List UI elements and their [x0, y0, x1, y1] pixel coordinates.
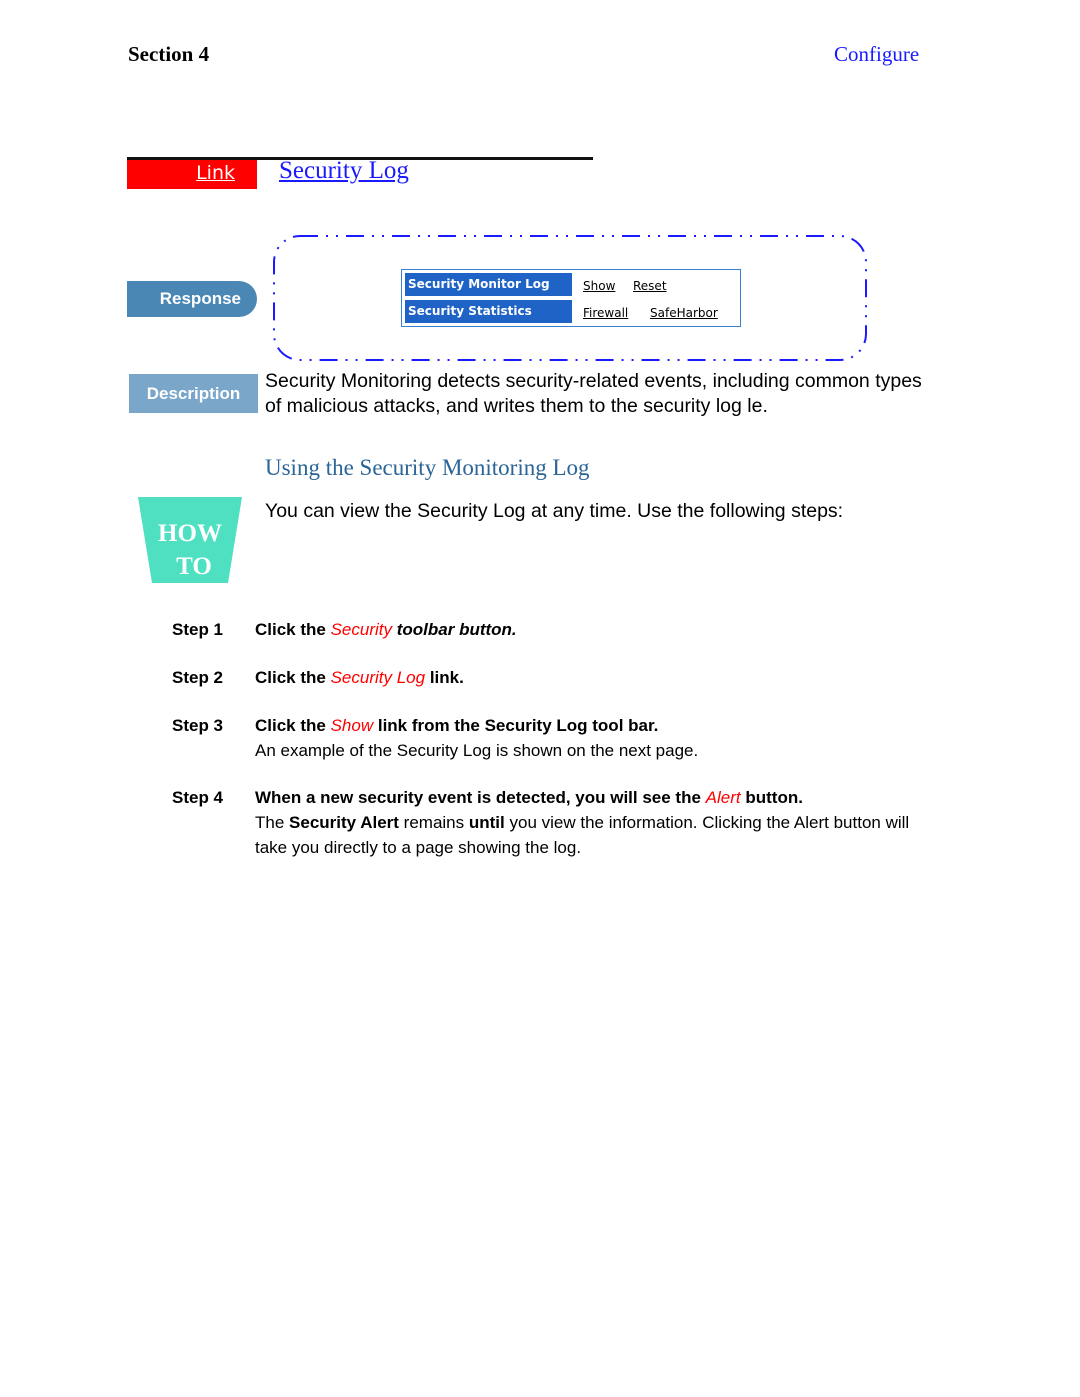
step-4-pre: When a new security event is detected, y… — [255, 788, 706, 807]
step-4-emphasis: Alert — [705, 788, 741, 807]
toolbar-row-statistics: Security Statistics — [405, 300, 572, 323]
step-4-sub-part: remains — [398, 813, 469, 832]
howto-icon-line2: TO — [176, 553, 212, 580]
security-toolbar: Security Monitor Log Show Reset Security… — [401, 269, 741, 327]
step-3-post: link from the Security Log tool bar. — [373, 716, 659, 735]
step-4-sub-part: The — [255, 813, 290, 832]
firewall-link[interactable]: Firewall — [583, 306, 628, 320]
step-1-label: Step 1 — [172, 620, 224, 639]
description-text: Security Monitoring detects security-rel… — [265, 370, 922, 417]
security-alert-term: Security Alert — [289, 813, 399, 832]
response-tab: Response — [127, 281, 257, 317]
step-2-emphasis: Security Log — [330, 668, 426, 687]
step-1-pre: Click the — [255, 620, 331, 639]
step-3-text: Click the Show link from the Security Lo… — [255, 716, 658, 736]
step-1-emphasis: Security — [330, 620, 393, 639]
step-3-label: Step 3 — [172, 716, 224, 735]
step-3-emphasis: Show — [330, 716, 374, 735]
toolbar-row-monitor-log: Security Monitor Log — [405, 273, 572, 296]
step-3-sub: An example of the Security Log is shown … — [255, 741, 699, 760]
howto-heading: Using the Security Monitoring Log — [265, 455, 590, 480]
section-label: Section 4 — [128, 42, 210, 66]
link-tag-label[interactable]: Link — [196, 162, 235, 184]
step-2-text: Click the Security Log link. — [255, 668, 464, 688]
step-2-pre: Click the — [255, 668, 331, 687]
step-1-text: Click the Security toolbar button. — [255, 620, 517, 640]
step-4-sub: The Security Alert remains until you vie… — [255, 810, 945, 860]
step-2-label: Step 2 — [172, 668, 224, 687]
step-3-pre: Click the — [255, 716, 331, 735]
howto-icon-line1: HOW — [158, 520, 222, 547]
howto-icon: HOW TO — [138, 497, 242, 583]
link-tag: Link — [127, 160, 257, 189]
step-4-post: button. — [740, 788, 803, 807]
show-link[interactable]: Show — [583, 279, 615, 293]
safeharbor-link[interactable]: SafeHarbor — [650, 306, 718, 320]
until-term: until — [468, 813, 505, 832]
step-1-post: toolbar button. — [392, 620, 517, 639]
howto-intro: You can view the Security Log at any tim… — [265, 500, 844, 522]
step-4-text: When a new security event is detected, y… — [255, 788, 803, 808]
step-4-label: Step 4 — [172, 788, 224, 807]
description-tab: Description — [129, 374, 258, 413]
chapter-label: Configure — [834, 42, 920, 66]
reset-link[interactable]: Reset — [633, 279, 667, 293]
step-2-post: link. — [425, 668, 464, 687]
page-title-link[interactable]: Security Log — [279, 157, 409, 185]
